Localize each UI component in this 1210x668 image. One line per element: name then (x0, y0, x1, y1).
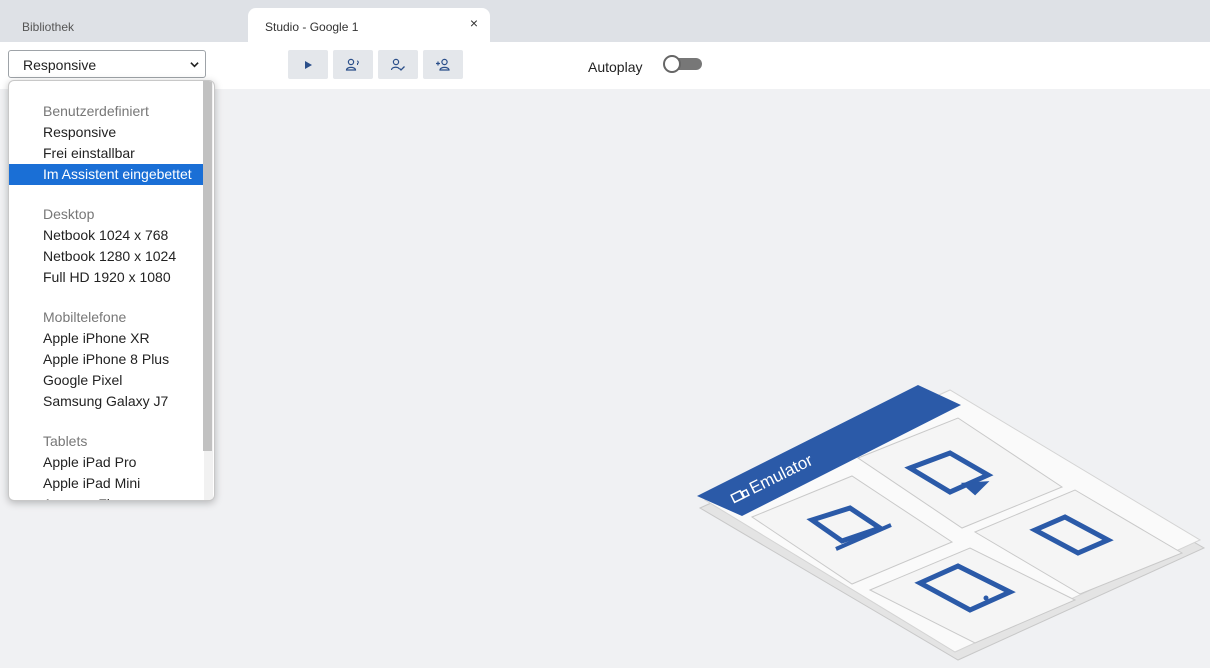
emulator-illustration: Emulator (697, 385, 1206, 661)
user-check-icon (390, 58, 405, 71)
device-select[interactable]: Responsive (8, 50, 206, 78)
dropdown-option[interactable]: Apple iPad Mini (9, 473, 205, 494)
tab-bibliothek[interactable]: Bibliothek (0, 0, 248, 42)
tab-bar: Bibliothek Studio - Google 1 × (0, 0, 1210, 42)
dropdown-option[interactable]: Samsung Galaxy J7 (9, 391, 205, 412)
dropdown-option[interactable]: Frei einstallbar (9, 143, 205, 164)
users-icon (345, 58, 359, 71)
dropdown-scrollbar[interactable] (203, 81, 213, 500)
scrollbar-thumb[interactable] (203, 81, 212, 451)
dropdown-option[interactable]: Google Pixel (9, 370, 205, 391)
dropdown-option[interactable]: Apple iPhone 8 Plus (9, 349, 205, 370)
dropdown-option[interactable]: Responsive (9, 122, 205, 143)
play-button[interactable] (288, 50, 328, 79)
dropdown-group-label: Mobiltelefone (43, 309, 127, 325)
tab-studio[interactable]: Studio - Google 1 × (248, 8, 490, 42)
chevron-down-icon (190, 62, 199, 68)
play-icon (305, 60, 312, 69)
dropdown-group-label: Tablets (43, 433, 88, 449)
dropdown-option[interactable]: Apple iPhone XR (9, 328, 205, 349)
tab-label: Bibliothek (22, 20, 75, 34)
dropdown-option[interactable]: Netbook 1024 x 768 (9, 225, 205, 246)
autoplay-label: Autoplay (588, 59, 643, 75)
user-add-button[interactable] (423, 50, 463, 79)
dropdown-option[interactable]: Netbook 1280 x 1024 (9, 246, 205, 267)
dropdown-option[interactable]: Im Assistent eingebettet (9, 164, 205, 185)
device-dropdown: Benutzerdefiniert Responsive Frei einstall… (8, 80, 215, 501)
dropdown-option[interactable]: Full HD 1920 x 1080 (9, 267, 205, 288)
tab-label: Studio - Google 1 (265, 20, 359, 34)
device-select-value: Responsive (23, 57, 97, 73)
close-icon[interactable]: × (466, 15, 482, 31)
users-button[interactable] (333, 50, 373, 79)
dropdown-option[interactable]: Amazon Fire (9, 494, 205, 500)
dropdown-group-label: Benutzerdefiniert (43, 103, 149, 119)
dropdown-option[interactable]: Apple iPad Pro (9, 452, 205, 473)
dropdown-options: Benutzerdefiniert Responsive Frei einstall… (9, 81, 205, 500)
dropdown-group-label: Desktop (43, 206, 95, 222)
user-check-button[interactable] (378, 50, 418, 79)
autoplay-toggle[interactable] (663, 55, 702, 73)
toggle-knob (663, 55, 681, 73)
user-add-icon (436, 58, 450, 71)
